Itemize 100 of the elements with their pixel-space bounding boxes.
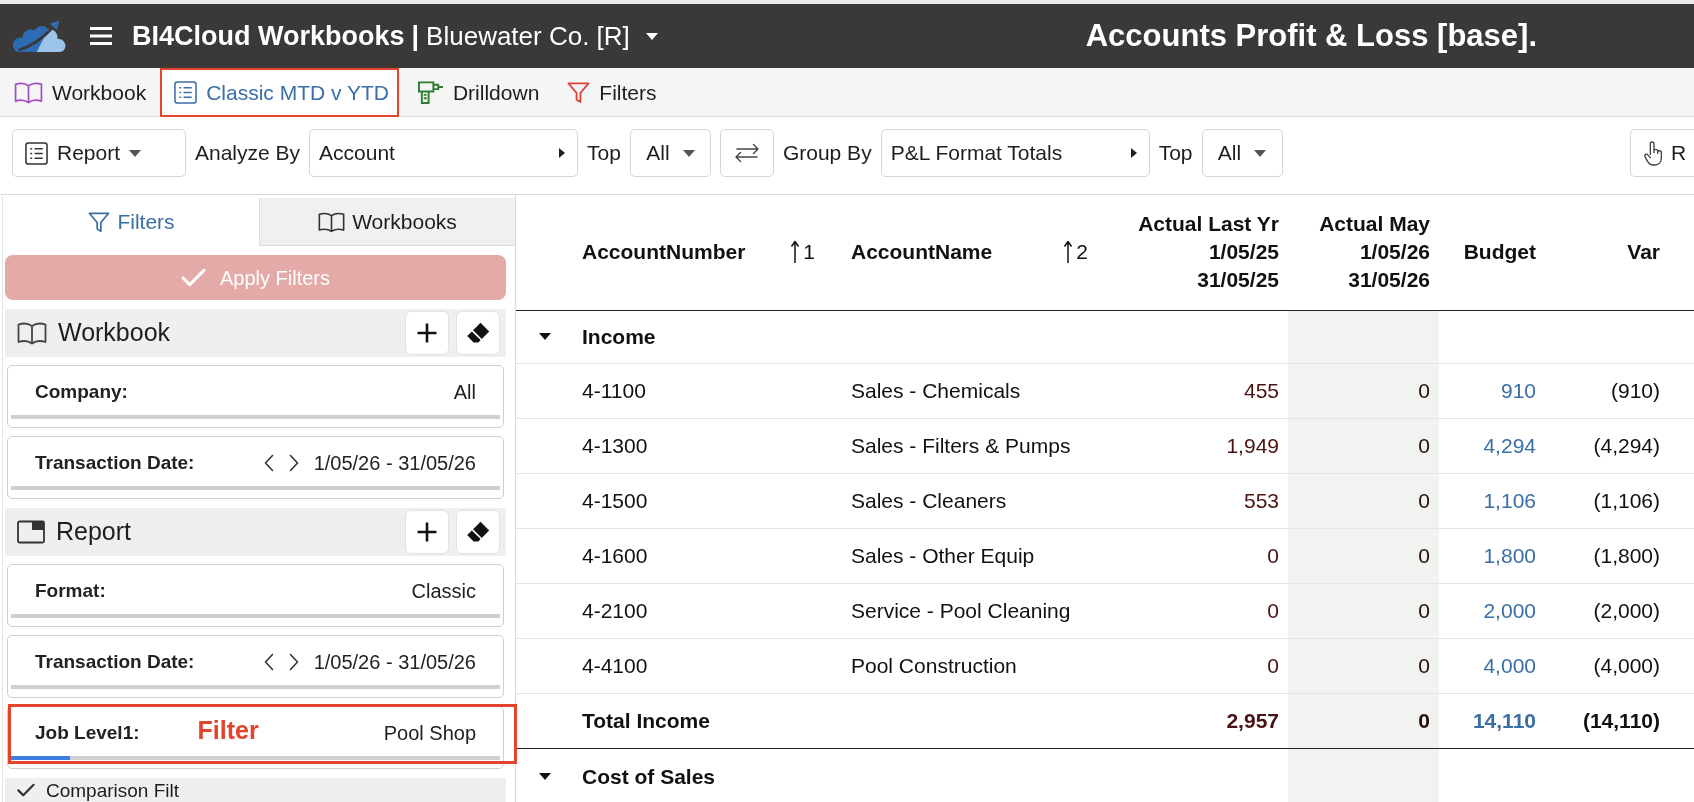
filter-value: Pool Shop (383, 721, 476, 746)
sort-ascending-icon[interactable] (1063, 240, 1074, 265)
field-label: Analyze By (195, 140, 301, 166)
section-title: Workbook (58, 317, 171, 349)
caret-down-icon (129, 149, 142, 157)
select-field[interactable]: Account (309, 129, 579, 177)
plus-icon (417, 522, 437, 542)
pointing-hand-icon (1643, 139, 1665, 167)
table-cell: (4,000) (1545, 638, 1669, 693)
window-icon (17, 520, 45, 544)
cloud-logo-icon (11, 19, 68, 53)
table-cell: 1,800 (1439, 528, 1545, 583)
clear-filters-button[interactable] (456, 510, 500, 554)
list-icon (25, 141, 48, 165)
table-cell: 4-1500 (573, 473, 842, 528)
chevron-left-icon[interactable] (263, 454, 274, 472)
drill-icon (416, 80, 444, 105)
triangle-right-icon (1130, 148, 1137, 158)
table-cell: (1,106) (1545, 473, 1669, 528)
filter-card[interactable]: Transaction Date: 1/05/26 - 31/05/26 (7, 436, 504, 499)
section-header[interactable]: Workbook (5, 309, 506, 357)
column-header[interactable]: AccountName (851, 238, 993, 267)
check-icon (181, 268, 206, 287)
filter-label: Job Level1: (35, 720, 140, 745)
filter-card[interactable]: Format: Classic (7, 564, 504, 627)
table-cell: 910 (1439, 363, 1545, 418)
workbook-tab[interactable]: Drilldown (402, 68, 550, 117)
table-cell: Sales - Cleaners (842, 473, 1115, 528)
field-label: Top (587, 140, 621, 166)
group-label: Cost of Sales (573, 748, 842, 802)
table-cell: Sales - Chemicals (842, 363, 1115, 418)
filter-value: 1/05/26 - 31/05/26 (313, 650, 476, 675)
filter-card[interactable]: Transaction Date: 1/05/26 - 31/05/26 (7, 635, 504, 698)
dropdown-button[interactable]: All (629, 129, 711, 177)
column-header[interactable]: AccountNumber (582, 238, 746, 267)
table-cell: 4-1100 (573, 363, 842, 418)
table-cell: 4-1600 (573, 528, 842, 583)
caret-down-icon[interactable] (538, 772, 551, 780)
section-header[interactable]: Comparison Filt (5, 778, 506, 802)
chevron-right-icon[interactable] (288, 454, 299, 472)
table-cell: Sales - Other Equip (842, 528, 1115, 583)
filter-value: 1/05/26 - 31/05/26 (313, 451, 476, 476)
action-button[interactable]: R (1630, 129, 1694, 177)
swap-button[interactable] (719, 129, 774, 177)
menu-icon[interactable] (90, 27, 112, 45)
caret-down-icon[interactable] (538, 333, 551, 340)
table-cell: Sales - Filters & Pumps (842, 418, 1115, 473)
table-cell: 0 (1288, 363, 1439, 418)
company-name[interactable]: Bluewater Co. [R] (426, 16, 630, 56)
triangle-right-icon (559, 148, 566, 158)
caret-down-icon[interactable] (645, 32, 658, 40)
table-cell: 4,000 (1439, 638, 1545, 693)
workbook-tab[interactable]: Workbook (0, 68, 157, 117)
add-filter-button[interactable] (405, 311, 449, 355)
filter-value: Classic (411, 579, 476, 604)
table-cell: 0 (1288, 418, 1439, 473)
table-cell: (14,110) (1545, 693, 1669, 748)
workbook-tab[interactable]: Classic MTD v YTD (160, 68, 399, 117)
filter-value: All (453, 380, 476, 405)
dropdown-button[interactable]: All (1201, 129, 1283, 177)
add-filter-button[interactable] (405, 510, 449, 554)
filter-label: Transaction Date: (35, 649, 195, 674)
column-header[interactable]: Actual Last Yr 1/05/25 31/05/25 (1115, 195, 1288, 310)
caret-down-icon (682, 149, 695, 157)
table-cell: 14,110 (1439, 693, 1545, 748)
open-book-icon (14, 81, 43, 104)
sort-order: 2 (1076, 239, 1088, 266)
column-header[interactable]: Budget (1439, 195, 1545, 310)
table-cell: 1,106 (1439, 473, 1545, 528)
table-cell: Pool Construction (842, 638, 1115, 693)
column-header[interactable]: Actual May 1/05/26 31/05/26 (1288, 195, 1439, 310)
open-book-icon (17, 321, 47, 345)
filter-label: Format: (35, 578, 106, 603)
chevron-right-icon[interactable] (288, 653, 299, 671)
column-header[interactable]: Var (1545, 195, 1669, 310)
list-icon (174, 81, 198, 104)
table-cell: 4-4100 (573, 638, 842, 693)
section-header[interactable]: Report (5, 508, 506, 556)
table-cell: 0 (1288, 693, 1439, 748)
plus-icon (417, 323, 437, 343)
panel-tab[interactable]: Workbooks (259, 198, 515, 246)
table-cell: 0 (1288, 528, 1439, 583)
clear-filters-button[interactable] (456, 311, 500, 355)
table-cell: 4-1300 (573, 418, 842, 473)
table-cell: 0 (1288, 583, 1439, 638)
section-title: Report (56, 516, 132, 548)
filter-card[interactable]: Company: All (7, 365, 504, 428)
chevron-left-icon[interactable] (263, 653, 274, 671)
title-separator: | (411, 19, 420, 53)
report-menu-button[interactable]: Report (12, 129, 186, 177)
table-cell: (1,800) (1545, 528, 1669, 583)
select-field[interactable]: P&L Format Totals (880, 129, 1150, 177)
workbook-tab[interactable]: Filters (553, 68, 667, 117)
table-cell: 4-2100 (573, 583, 842, 638)
eraser-icon (466, 521, 490, 543)
table-cell: (910) (1545, 363, 1669, 418)
filter-label: Transaction Date: (35, 450, 195, 475)
table-cell: 0 (1288, 638, 1439, 693)
table-cell: 0 (1288, 473, 1439, 528)
sort-ascending-icon[interactable] (790, 240, 801, 265)
